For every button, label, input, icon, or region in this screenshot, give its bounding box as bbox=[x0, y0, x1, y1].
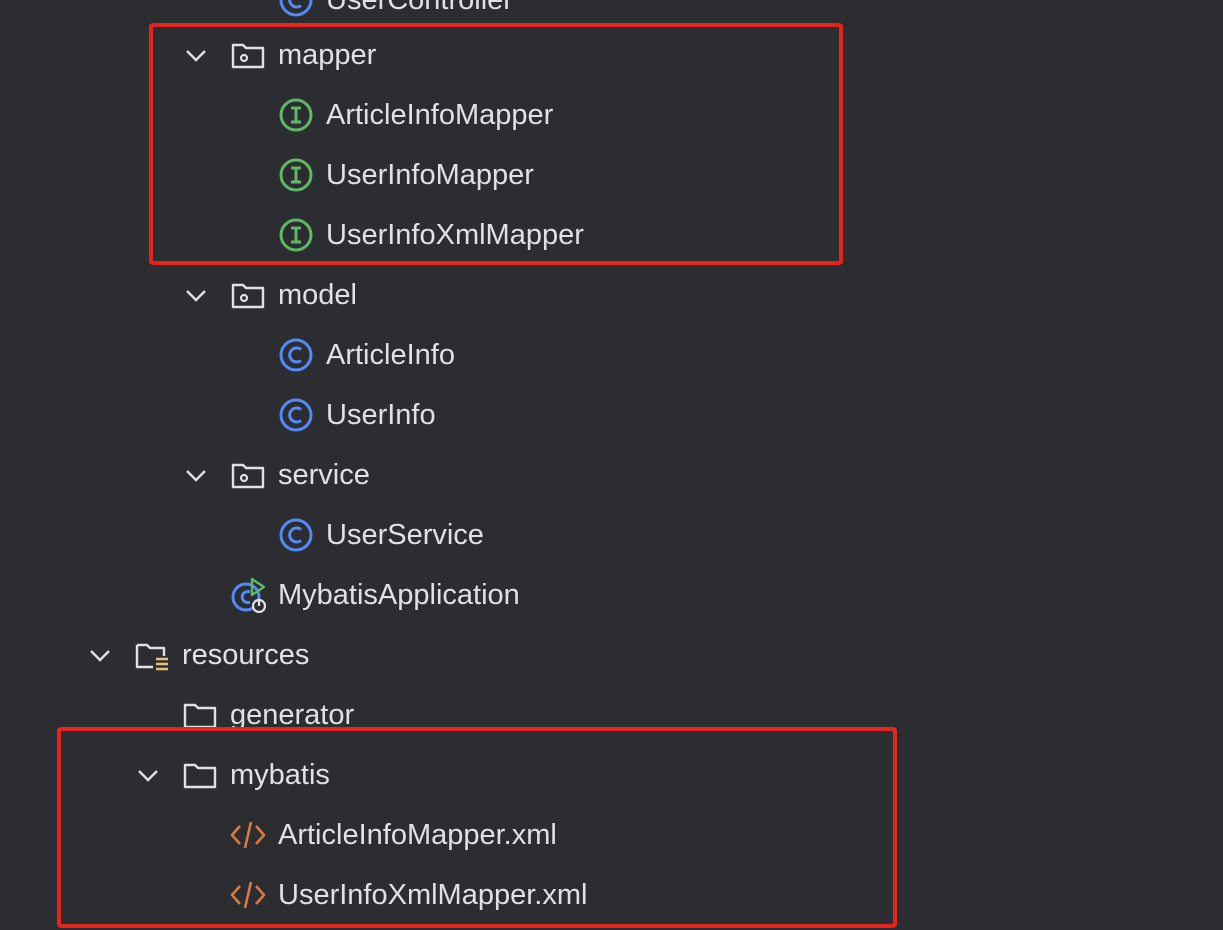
package-folder-icon bbox=[231, 283, 265, 309]
tree-folder-generator[interactable]: generator bbox=[0, 685, 1223, 745]
chevron-down-icon[interactable] bbox=[184, 43, 208, 67]
tree-folder-model[interactable]: model bbox=[0, 265, 1223, 325]
tree-item-label: MybatisApplication bbox=[278, 579, 520, 611]
tree-item-label: ArticleInfoMapper.xml bbox=[278, 819, 557, 851]
tree-folder-service[interactable]: service bbox=[0, 445, 1223, 505]
tree-item-mybatisapplication[interactable]: MybatisApplication bbox=[0, 565, 1223, 625]
tree-item-label: mybatis bbox=[230, 759, 330, 791]
tree-folder-mybatis[interactable]: mybatis bbox=[0, 745, 1223, 805]
tree-item-label: mapper bbox=[278, 39, 377, 71]
package-folder-icon bbox=[231, 463, 265, 489]
chevron-down-icon[interactable] bbox=[184, 283, 208, 307]
interface-icon bbox=[279, 158, 313, 192]
class-icon bbox=[279, 398, 313, 432]
folder-icon bbox=[183, 703, 217, 729]
tree-item-userinfo[interactable]: UserInfo bbox=[0, 385, 1223, 445]
tree-item-userinfomapper[interactable]: UserInfoMapper bbox=[0, 145, 1223, 205]
tree-item-userservice[interactable]: UserService bbox=[0, 505, 1223, 565]
tree-item-articleinfo[interactable]: ArticleInfo bbox=[0, 325, 1223, 385]
tree-folder-mapper[interactable]: mapper bbox=[0, 25, 1223, 85]
xml-file-icon bbox=[230, 821, 266, 849]
tree-item-label: UserService bbox=[326, 519, 484, 551]
class-icon bbox=[279, 518, 313, 552]
class-icon bbox=[279, 338, 313, 372]
xml-file-icon bbox=[230, 881, 266, 909]
spring-boot-run-class-icon bbox=[231, 577, 266, 613]
tree-item-articleinfomapper[interactable]: ArticleInfoMapper bbox=[0, 85, 1223, 145]
tree-item-label: service bbox=[278, 459, 370, 491]
chevron-down-icon[interactable] bbox=[136, 763, 160, 787]
tree-item-label: resources bbox=[182, 639, 310, 671]
tree-item-userinfoxmlmapper[interactable]: UserInfoXmlMapper bbox=[0, 205, 1223, 265]
folder-icon bbox=[183, 763, 217, 789]
tree-folder-resources[interactable]: resources bbox=[0, 625, 1223, 685]
class-icon bbox=[279, 0, 313, 17]
tree-item-label: UserInfoMapper bbox=[326, 159, 534, 191]
package-folder-icon bbox=[231, 43, 265, 69]
tree-item-label: model bbox=[278, 279, 357, 311]
tree-item-label: ArticleInfo bbox=[326, 339, 455, 371]
tree-item-label: UserInfoXmlMapper.xml bbox=[278, 879, 588, 911]
chevron-down-icon[interactable] bbox=[184, 463, 208, 487]
tree-item-label: UserInfo bbox=[326, 399, 436, 431]
tree-item-label: UserInfoXmlMapper bbox=[326, 219, 584, 251]
interface-icon bbox=[279, 98, 313, 132]
tree-item-userinfoxmlmapper-xml[interactable]: UserInfoXmlMapper.xml bbox=[0, 865, 1223, 925]
tree-item-articleinfomapper-xml[interactable]: ArticleInfoMapper.xml bbox=[0, 805, 1223, 865]
project-tree: UserController mapper ArticleInfoMapper … bbox=[0, 0, 1223, 930]
interface-icon bbox=[279, 218, 313, 252]
resources-folder-icon bbox=[135, 643, 168, 671]
tree-item-label: ArticleInfoMapper bbox=[326, 99, 554, 131]
chevron-down-icon[interactable] bbox=[88, 643, 112, 667]
tree-item-label: generator bbox=[230, 699, 355, 731]
